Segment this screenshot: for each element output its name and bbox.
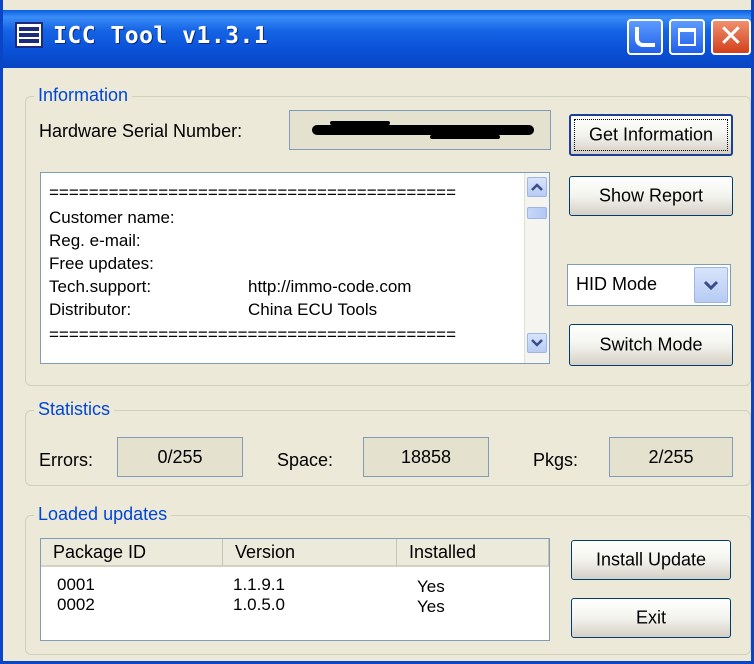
report-line: Free updates: <box>49 254 154 274</box>
report-line: Customer name: <box>49 208 175 228</box>
minimize-icon <box>635 27 655 47</box>
close-icon: ✕ <box>718 19 744 54</box>
serial-number-label: Hardware Serial Number: <box>39 121 243 141</box>
report-value: China ECU Tools <box>248 300 378 319</box>
report-value: http://immo-code.com <box>248 277 412 296</box>
statistics-legend: Statistics <box>34 399 115 420</box>
get-information-button[interactable]: Get Information <box>569 114 733 156</box>
row-installed: Yes <box>417 597 445 616</box>
updates-list[interactable]: Package ID Version Installed 0001 1.1.9.… <box>40 538 550 641</box>
close-button[interactable]: ✕ <box>711 19 751 55</box>
install-update-label: Install Update <box>595 549 707 570</box>
information-legend: Information <box>34 85 133 106</box>
row-version: 1.0.5.0 <box>233 595 285 614</box>
title-bar[interactable]: ICC Tool v1.3.1 ✕ <box>3 10 751 68</box>
show-report-button[interactable]: Show Report <box>569 176 733 216</box>
pkgs-label: Pkgs: <box>533 450 579 470</box>
maximize-icon <box>678 28 696 46</box>
mode-select-value: HID Mode <box>576 274 658 294</box>
app-icon <box>15 22 43 48</box>
row-package-id: 0002 <box>57 595 95 614</box>
install-update-button[interactable]: Install Update <box>571 540 731 580</box>
serial-redaction <box>312 125 534 135</box>
show-report-label: Show Report <box>598 185 704 206</box>
errors-label: Errors: <box>39 450 93 470</box>
report-line: Reg. e-mail: <box>49 231 141 251</box>
exit-label: Exit <box>635 607 666 628</box>
report-line: Distributor: China ECU Tools <box>49 300 377 320</box>
row-package-id: 0001 <box>57 575 95 594</box>
serial-number-field <box>289 110 551 150</box>
mode-select-dropdown-button[interactable] <box>694 267 728 303</box>
switch-mode-button[interactable]: Switch Mode <box>569 324 733 366</box>
switch-mode-label: Switch Mode <box>599 334 703 355</box>
column-header-package-id[interactable]: Package ID <box>41 539 223 567</box>
scroll-down-button[interactable] <box>527 333 547 353</box>
report-key: Tech.support: <box>49 277 152 296</box>
report-key: Reg. e-mail: <box>49 231 141 250</box>
icc-tool-window: ICC Tool v1.3.1 ✕ Information Hardware S… <box>0 0 754 664</box>
exit-button[interactable]: Exit <box>571 598 731 638</box>
mode-select[interactable]: HID Mode <box>567 264 731 306</box>
report-key: Distributor: <box>49 300 132 319</box>
chevron-up-icon <box>531 183 543 191</box>
row-version: 1.1.9.1 <box>233 575 285 594</box>
space-label: Space: <box>277 450 334 470</box>
scroll-up-button[interactable] <box>527 177 547 197</box>
loaded-updates-legend: Loaded updates <box>34 504 172 525</box>
report-key: Free updates: <box>49 254 154 273</box>
get-information-label: Get Information <box>588 124 714 145</box>
chevron-down-icon <box>531 339 543 347</box>
report-key: Customer name: <box>49 208 175 227</box>
minimize-button[interactable] <box>627 19 663 55</box>
report-separator-top: ========================================… <box>49 183 457 202</box>
report-line: Tech.support: http://immo-code.com <box>49 277 411 297</box>
scroll-thumb[interactable] <box>527 207 547 219</box>
report-scrollbar[interactable] <box>524 173 549 363</box>
row-installed: Yes <box>417 577 445 596</box>
space-value: 18858 <box>363 437 489 477</box>
column-header-version[interactable]: Version <box>223 539 397 567</box>
chevron-down-icon <box>704 280 718 290</box>
report-separator-bottom: ========================================… <box>49 325 457 344</box>
serial-redaction-stroke <box>330 121 390 125</box>
column-header-installed[interactable]: Installed <box>397 539 549 567</box>
errors-value: 0/255 <box>117 437 243 477</box>
maximize-button[interactable] <box>669 19 705 55</box>
pkgs-value: 2/255 <box>609 437 733 477</box>
window-title: ICC Tool v1.3.1 <box>53 23 269 49</box>
report-textarea[interactable]: ========================================… <box>40 172 550 364</box>
serial-redaction-stroke <box>430 135 500 139</box>
